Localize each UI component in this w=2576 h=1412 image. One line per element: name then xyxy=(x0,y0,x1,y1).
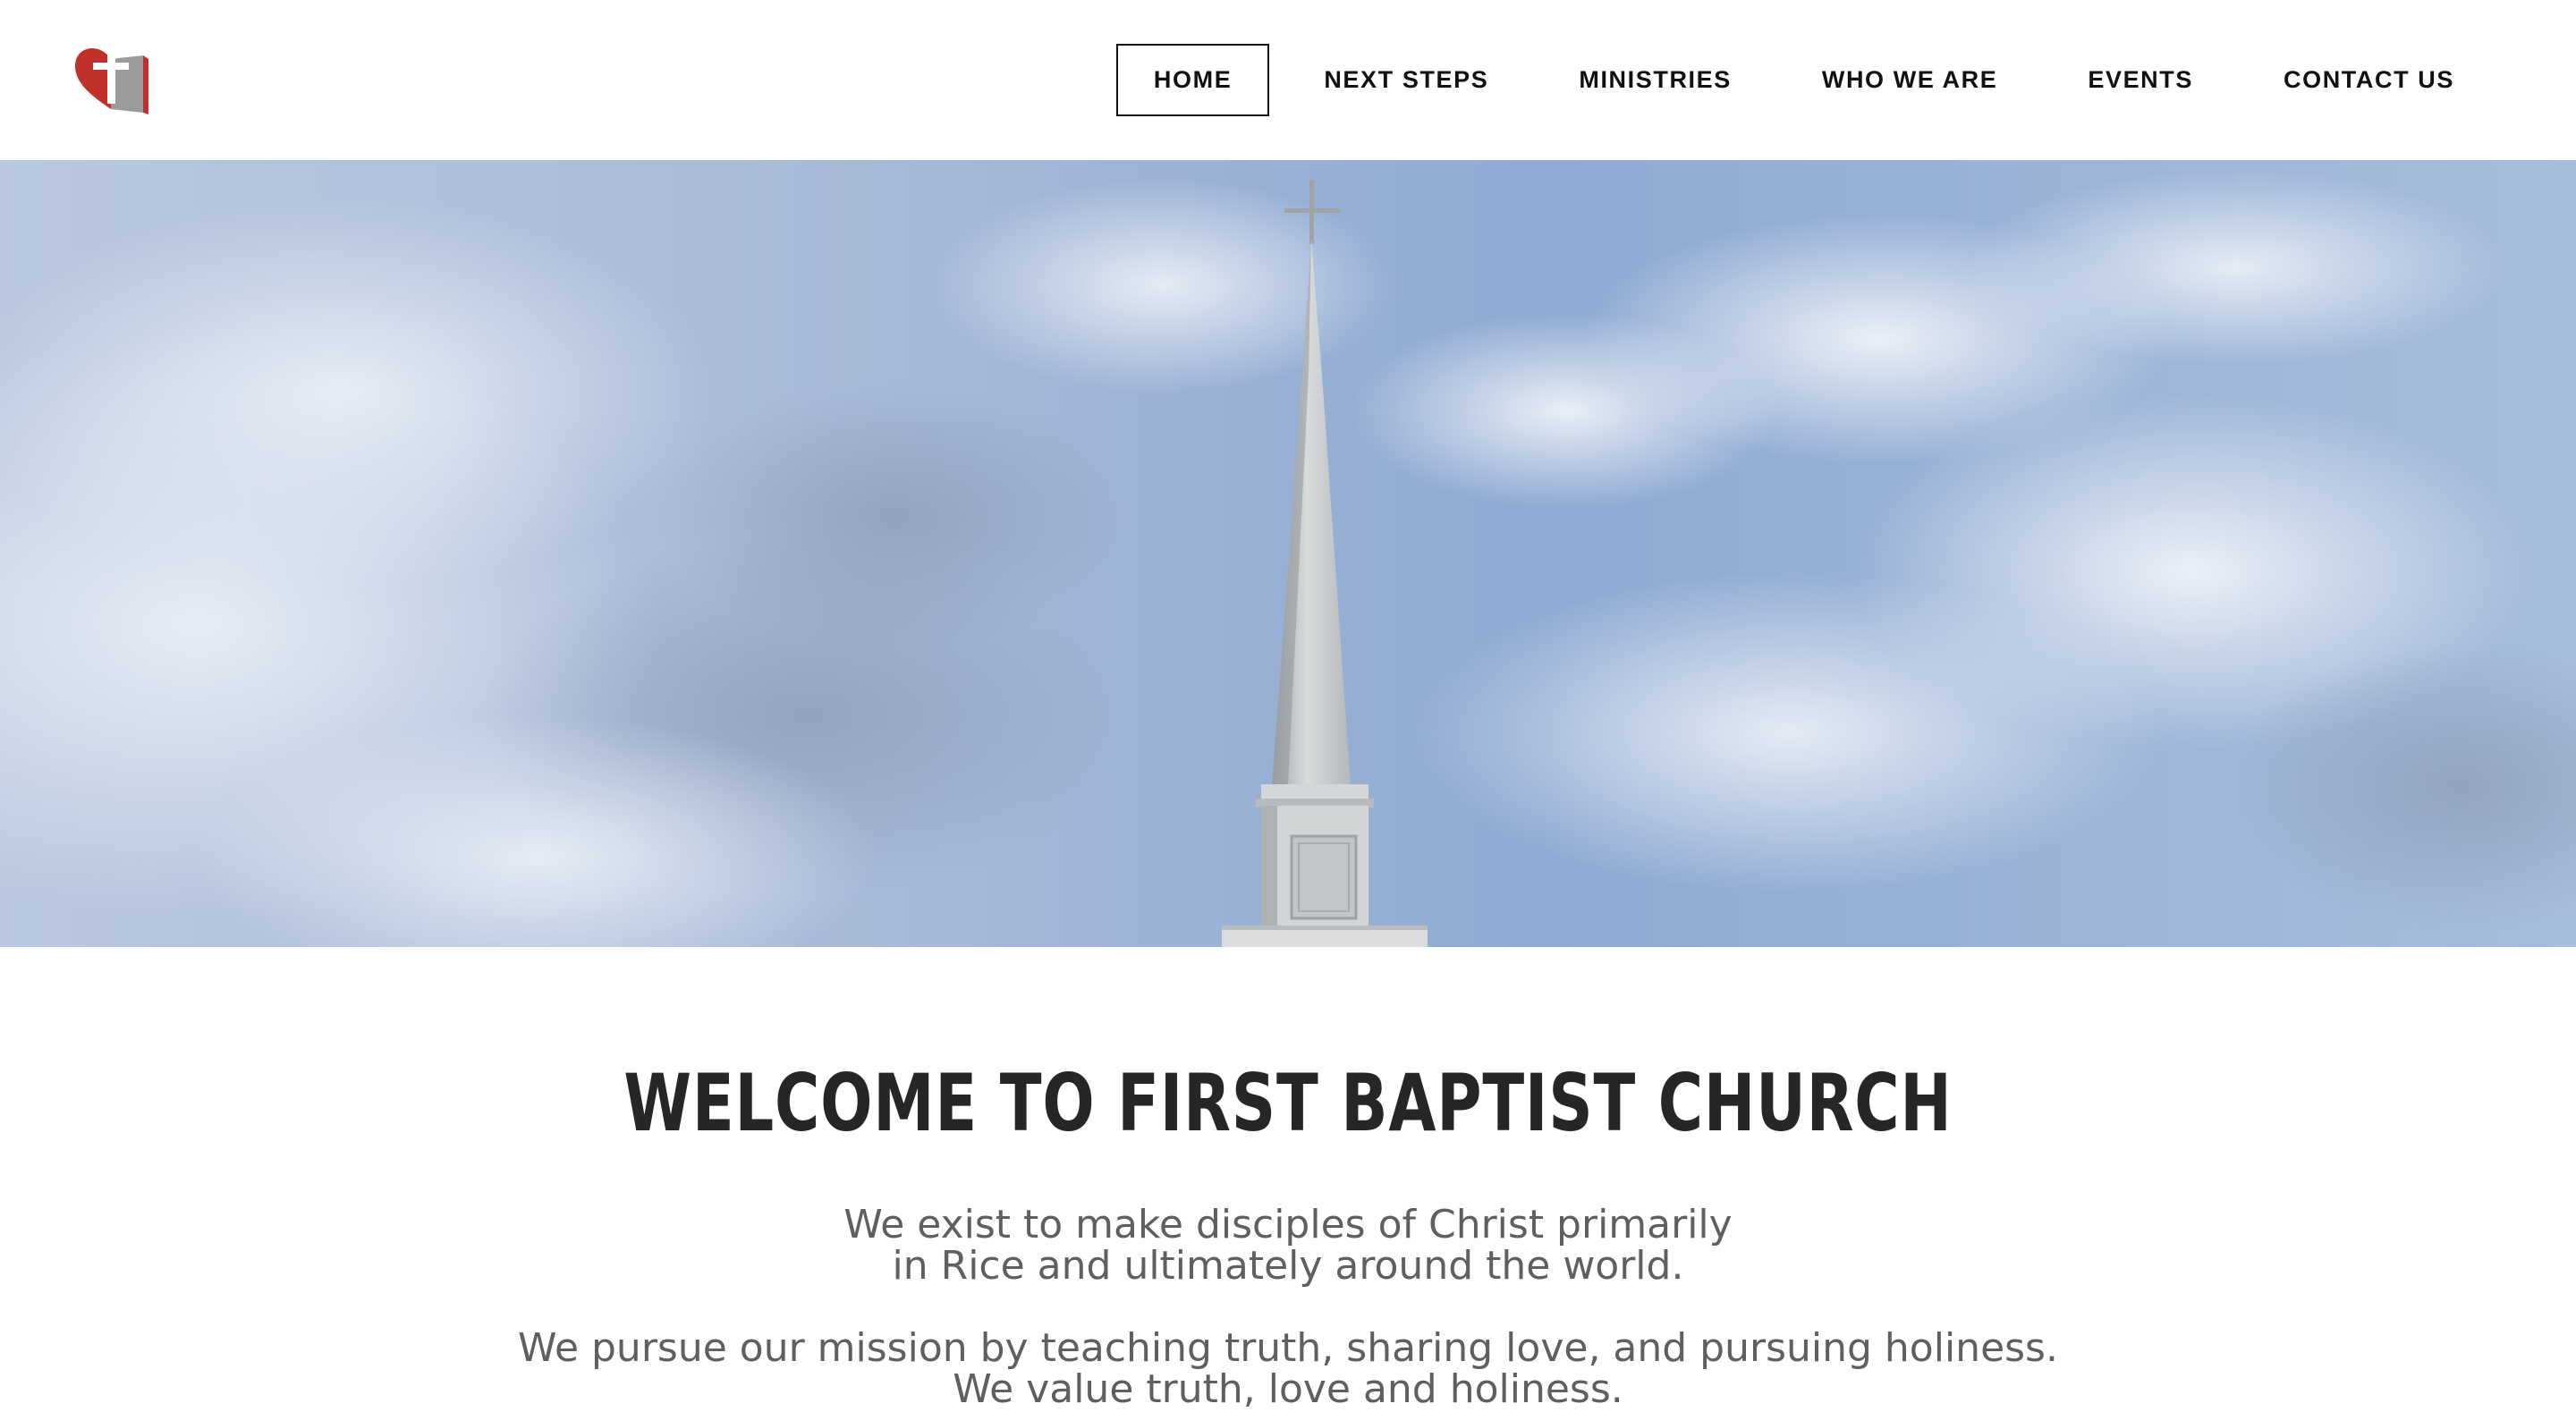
church-logo-icon[interactable] xyxy=(72,45,152,116)
values-line: We value truth, love and holiness. xyxy=(953,1366,1623,1412)
nav-home-link[interactable]: HOME xyxy=(1115,44,1270,116)
welcome-section: WELCOME TO FIRST BAPTIST CHURCH We exist… xyxy=(0,947,2576,1412)
steeple-sky-illustration xyxy=(0,160,2576,947)
mission-line-1: We exist to make disciples of Christ pri… xyxy=(843,1202,1733,1247)
nav-ministries-link[interactable]: MINISTRIES xyxy=(1543,44,1767,116)
nav-events-link[interactable]: EVENTS xyxy=(2052,44,2229,116)
site-header: HOME NEXT STEPS MINISTRIES WHO WE ARE EV… xyxy=(0,0,2576,160)
welcome-title: WELCOME TO FIRST BAPTIST CHURCH xyxy=(623,1057,1953,1149)
hero-steeple-image xyxy=(0,160,2576,947)
mission-line-3: We pursue our mission by teaching truth,… xyxy=(518,1325,2058,1371)
main-nav: HOME NEXT STEPS MINISTRIES WHO WE ARE EV… xyxy=(1097,44,2490,116)
mission-line-2: in Rice and ultimately around the world. xyxy=(892,1243,1684,1289)
nav-who-we-are-link[interactable]: WHO WE ARE xyxy=(1786,44,2033,116)
nav-next-steps-link[interactable]: NEXT STEPS xyxy=(1288,44,1524,116)
nav-contact-us-link[interactable]: CONTACT US xyxy=(2248,44,2490,116)
